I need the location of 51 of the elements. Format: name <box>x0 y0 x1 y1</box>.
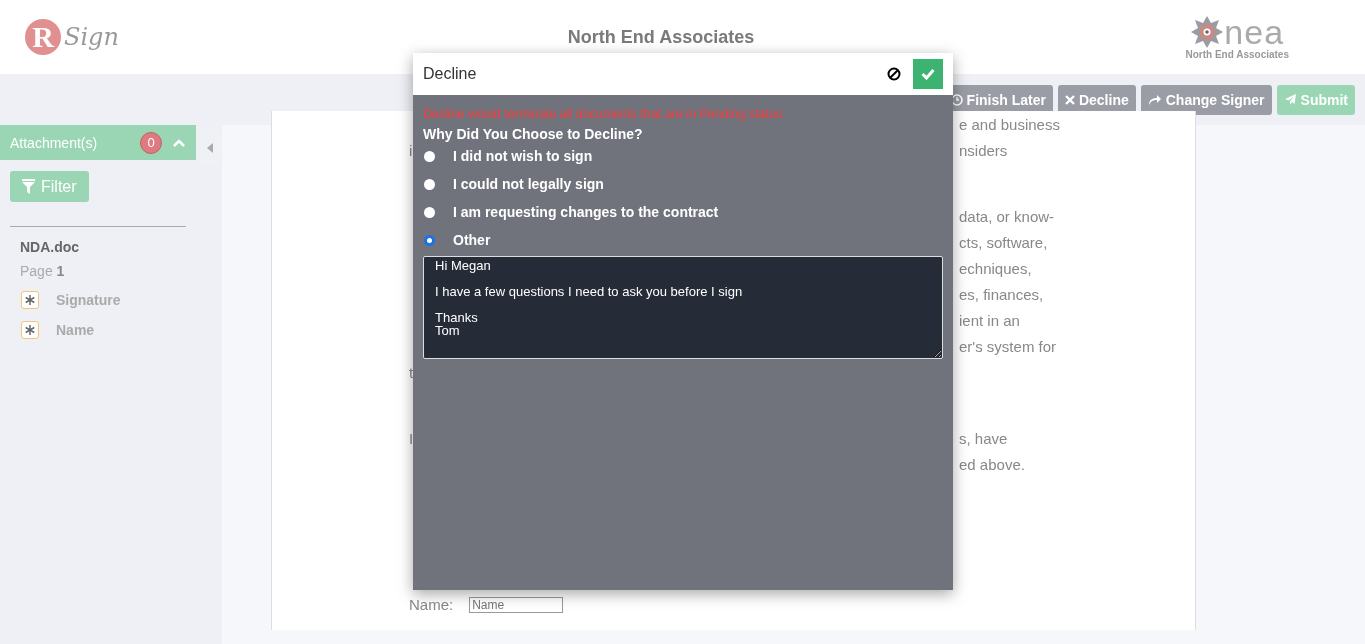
filter-button[interactable]: Filter <box>10 171 89 202</box>
clock-icon <box>950 93 963 106</box>
document-text: ed above. <box>959 455 1025 473</box>
close-icon <box>1064 94 1075 105</box>
radio-button[interactable] <box>424 206 435 218</box>
question-text: Why Did You Choose to Decline? <box>423 126 644 142</box>
document-text: I <box>409 429 414 447</box>
field-item[interactable]: Signature <box>56 292 121 308</box>
attachments-label: Attachment(s) <box>10 134 99 151</box>
company-logo-tagline: North End Associates <box>1185 48 1289 60</box>
confirm-button[interactable] <box>913 59 943 89</box>
document-text: i <box>409 141 413 159</box>
caret-left-icon <box>207 142 213 153</box>
dialog-title: Decline <box>423 65 478 83</box>
checkmark-icon <box>921 68 935 80</box>
field-item[interactable]: Name <box>56 322 95 338</box>
cancel-icon[interactable] <box>887 67 901 81</box>
rsign-logo: R Sign <box>25 19 165 55</box>
document-text: nsiders <box>959 141 1008 159</box>
radio-button[interactable] <box>424 178 435 190</box>
document-text: ient in an <box>959 311 1020 329</box>
radio-button[interactable] <box>424 234 435 246</box>
option-label[interactable]: I am requesting changes to the contract <box>453 204 719 220</box>
radio-button[interactable] <box>424 150 435 162</box>
count-badge: 0 <box>140 131 162 154</box>
document-text: echniques, <box>959 259 1032 277</box>
paper-plane-icon <box>1283 93 1297 106</box>
filter-icon <box>22 179 35 194</box>
company-title: North End Associates <box>567 26 755 48</box>
option-label[interactable]: I did not wish to sign <box>453 148 593 164</box>
document-text: es, finances, <box>959 285 1044 303</box>
document-text: er's system for <box>959 337 1057 355</box>
document-text: s, have <box>959 429 1008 447</box>
comment-field[interactable]: Hi Megan I have a few questions I need to ask you before I sign Thanks Tom <box>423 256 943 359</box>
document-name[interactable]: NDA.doc <box>20 239 196 255</box>
name-field[interactable]: Name <box>469 597 564 613</box>
option-label[interactable]: I could not legally sign <box>453 176 604 192</box>
page-label: Page <box>20 263 53 279</box>
document-text: e and business <box>959 115 1060 133</box>
name-label: Name: <box>409 596 454 613</box>
option-label[interactable]: Other <box>453 232 491 248</box>
warning-text: Decline would terminate all documents that are in Pending status <box>423 107 784 121</box>
page-number: 1 <box>56 263 65 279</box>
share-arrow-icon <box>1147 93 1162 106</box>
toolbar-button[interactable]: Change Signer <box>1140 84 1272 115</box>
document-text: t <box>409 363 414 381</box>
company-logo-text: nea <box>1224 14 1285 49</box>
attachments-bar[interactable]: Attachment(s) 0 <box>0 125 196 160</box>
gear-icon <box>1190 14 1225 49</box>
document-text: data, or know- <box>959 207 1055 225</box>
document-text: cts, software, <box>959 233 1048 251</box>
